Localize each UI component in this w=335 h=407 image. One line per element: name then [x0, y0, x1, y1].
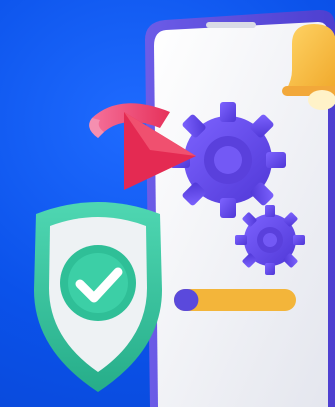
phone-speaker — [206, 22, 256, 28]
small-gear-icon — [235, 205, 305, 275]
illustration-svg — [34, 9, 335, 407]
progress-bar — [174, 289, 296, 311]
illustration-scene — [0, 0, 335, 407]
progress-fill — [174, 289, 199, 311]
shield-check-icon — [34, 202, 162, 392]
